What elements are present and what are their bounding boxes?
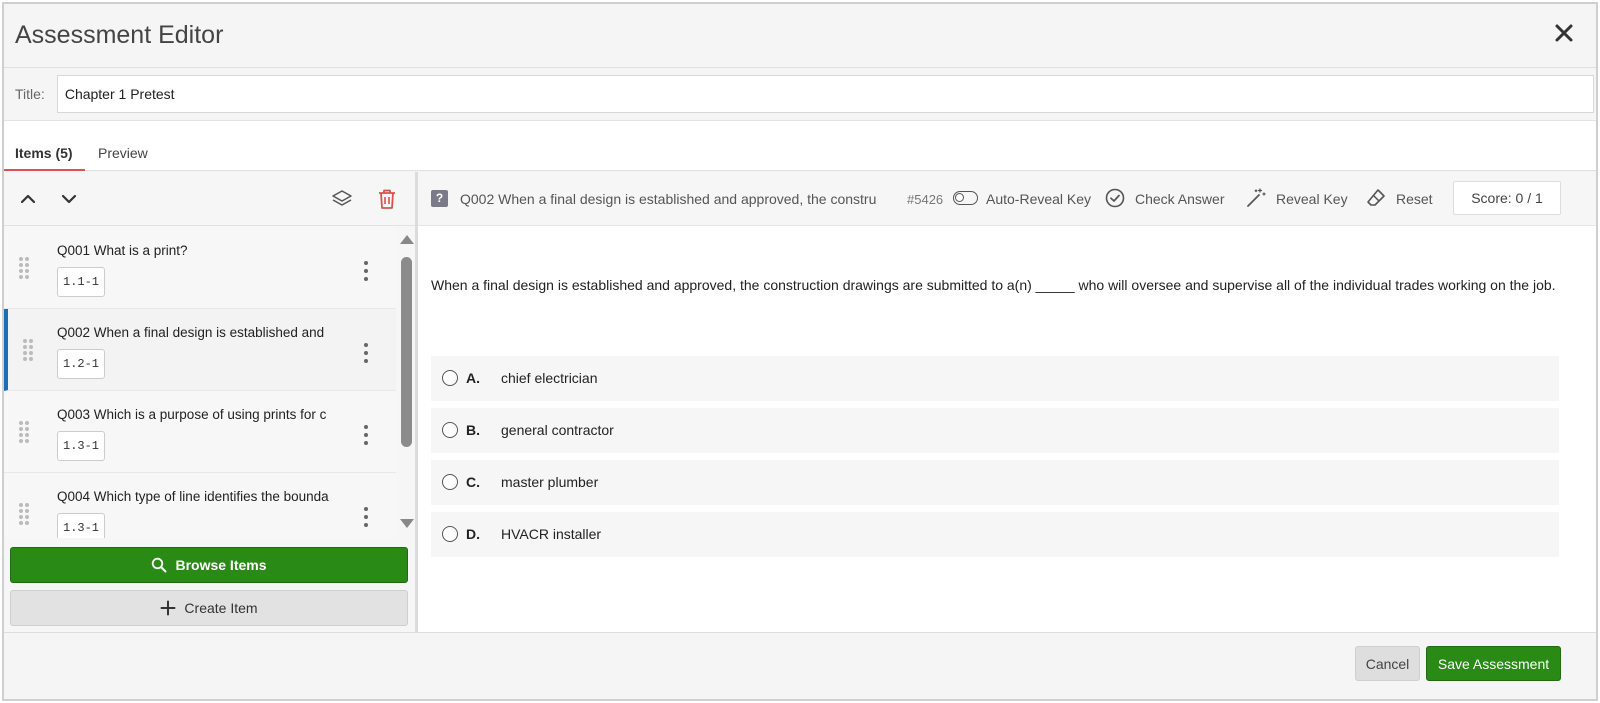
radio-button[interactable] xyxy=(442,474,458,490)
item-title: Q004 Which type of line identifies the b… xyxy=(57,489,329,504)
drag-handle-icon[interactable] xyxy=(18,256,32,282)
auto-reveal-toggle[interactable] xyxy=(953,191,978,205)
items-panel: Q001 What is a print? 1.1-1 Q002 When a … xyxy=(4,172,418,632)
answer-option-c[interactable]: C. master plumber xyxy=(431,460,1559,505)
option-text: master plumber xyxy=(501,474,599,490)
search-icon xyxy=(152,557,167,573)
question-panel: ? Q002 When a final design is establishe… xyxy=(418,172,1596,632)
option-text: chief electrician xyxy=(501,370,598,386)
browse-items-button[interactable]: Browse Items xyxy=(10,547,408,583)
item-title: Q003 Which is a purpose of using prints … xyxy=(57,407,327,422)
tab-items[interactable]: Items (5) xyxy=(4,145,85,171)
score-display: Score: 0 / 1 xyxy=(1453,181,1561,215)
auto-reveal-label[interactable]: Auto-Reveal Key xyxy=(986,191,1091,207)
trash-icon xyxy=(379,189,395,209)
item-code-badge: 1.3-1 xyxy=(57,431,106,461)
create-item-button[interactable]: Create Item xyxy=(10,590,408,626)
list-item[interactable]: Q001 What is a print? 1.1-1 xyxy=(4,227,396,309)
layers-button[interactable] xyxy=(329,186,355,212)
layers-icon xyxy=(332,190,352,206)
check-answer-button[interactable]: Check Answer xyxy=(1135,191,1224,207)
item-title: Q002 When a final design is established … xyxy=(57,325,325,340)
modal-header: Assessment Editor xyxy=(4,4,1596,68)
check-circle-icon[interactable] xyxy=(1104,187,1126,209)
tab-preview[interactable]: Preview xyxy=(98,145,148,161)
scroll-up-arrow-icon[interactable] xyxy=(400,235,414,244)
items-scrollbar[interactable] xyxy=(397,227,415,538)
answer-option-d[interactable]: D. HVACR installer xyxy=(431,512,1559,557)
item-menu-button[interactable] xyxy=(359,425,373,445)
item-menu-button[interactable] xyxy=(359,507,373,527)
question-stem: When a final design is established and a… xyxy=(431,277,1556,293)
option-text: general contractor xyxy=(501,422,614,438)
item-code-badge: 1.1-1 xyxy=(57,267,106,297)
item-title: Q001 What is a print? xyxy=(57,243,188,258)
list-item[interactable]: Q004 Which type of line identifies the b… xyxy=(4,473,396,538)
scrollbar-thumb[interactable] xyxy=(401,257,412,447)
save-assessment-button[interactable]: Save Assessment xyxy=(1426,646,1561,681)
item-code-badge: 1.2-1 xyxy=(57,349,106,379)
answer-option-b[interactable]: B. general contractor xyxy=(431,408,1559,453)
question-toolbar: ? Q002 When a final design is establishe… xyxy=(418,172,1596,226)
drag-handle-icon[interactable] xyxy=(22,338,36,364)
question-title: Q002 When a final design is established … xyxy=(460,191,877,207)
item-code-badge: 1.3-1 xyxy=(57,513,106,538)
close-button[interactable] xyxy=(1550,18,1578,48)
plus-icon xyxy=(160,600,176,616)
drag-handle-icon[interactable] xyxy=(18,502,32,528)
assessment-editor-modal: Assessment Editor Title: Items (5) Previ… xyxy=(2,2,1598,701)
list-item-selected[interactable]: Q002 When a final design is established … xyxy=(4,309,396,391)
eraser-icon[interactable] xyxy=(1365,187,1387,209)
title-row: Title: xyxy=(4,68,1596,121)
title-input[interactable] xyxy=(56,75,1594,113)
modal-footer: Cancel Save Assessment xyxy=(4,632,1596,699)
reveal-key-button[interactable]: Reveal Key xyxy=(1276,191,1348,207)
question-type-icon: ? xyxy=(431,190,448,207)
items-list: Q001 What is a print? 1.1-1 Q002 When a … xyxy=(4,227,396,538)
list-item[interactable]: Q003 Which is a purpose of using prints … xyxy=(4,391,396,473)
answer-option-a[interactable]: A. chief electrician xyxy=(431,356,1559,401)
radio-button[interactable] xyxy=(442,526,458,542)
item-menu-button[interactable] xyxy=(359,343,373,363)
move-down-button[interactable] xyxy=(56,186,82,212)
item-menu-button[interactable] xyxy=(359,261,373,281)
editor-body: Q001 What is a print? 1.1-1 Q002 When a … xyxy=(4,172,1596,632)
radio-button[interactable] xyxy=(442,422,458,438)
create-item-label: Create Item xyxy=(184,600,258,616)
drag-handle-icon[interactable] xyxy=(18,420,32,446)
option-letter: A. xyxy=(466,370,480,386)
chevron-up-icon xyxy=(20,194,36,204)
close-icon xyxy=(1555,24,1573,42)
radio-button[interactable] xyxy=(442,370,458,386)
option-letter: B. xyxy=(466,422,480,438)
reset-button[interactable]: Reset xyxy=(1396,191,1433,207)
option-letter: C. xyxy=(466,474,480,490)
title-label: Title: xyxy=(15,86,45,102)
browse-items-label: Browse Items xyxy=(175,557,267,573)
items-toolbar xyxy=(4,172,415,226)
question-id: #5426 xyxy=(907,192,944,207)
scroll-down-arrow-icon[interactable] xyxy=(400,519,414,528)
tab-bar: Items (5) Preview xyxy=(4,121,1596,171)
chevron-down-icon xyxy=(61,194,77,204)
option-text: HVACR installer xyxy=(501,526,602,542)
magic-wand-icon[interactable] xyxy=(1245,187,1267,209)
cancel-button[interactable]: Cancel xyxy=(1355,646,1420,681)
option-letter: D. xyxy=(466,526,480,542)
modal-title: Assessment Editor xyxy=(15,21,224,49)
move-up-button[interactable] xyxy=(15,186,41,212)
delete-button[interactable] xyxy=(374,186,400,212)
